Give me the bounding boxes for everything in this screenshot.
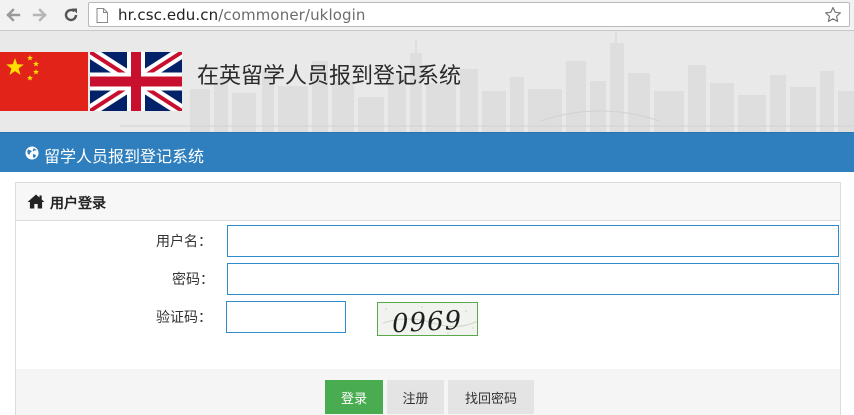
reload-icon[interactable] [60, 4, 82, 26]
china-flag [0, 52, 88, 111]
form-actions: 登录 注册 找回密码 [16, 369, 840, 415]
page-icon [96, 8, 108, 26]
address-bar[interactable]: hr.csc.edu.cn/commoner/uklogin [88, 2, 850, 27]
navbar-title: 留学人员报到登记系统 [44, 147, 205, 166]
register-button[interactable]: 注册 [387, 380, 444, 414]
globe-icon [25, 146, 39, 163]
captcha-text: 0969 [391, 306, 463, 336]
bookmark-star-icon[interactable] [824, 6, 842, 27]
forward-arrow-icon[interactable] [29, 4, 51, 26]
url-host: hr.csc.edu.cn [118, 6, 219, 24]
url-path: /commoner/uklogin [218, 6, 366, 24]
login-button[interactable]: 登录 [325, 380, 383, 414]
site-banner: 在英留学人员报到登记系统 [0, 31, 854, 132]
home-icon [27, 194, 45, 212]
login-panel-title: 用户登录 [50, 196, 106, 212]
captcha-input[interactable] [226, 301, 346, 333]
captcha-image[interactable]: 0969 [377, 302, 478, 336]
login-panel: 用户登录 用户名： 密码： 验证码： 0969 登录 注册 找回密码 [15, 182, 841, 415]
site-title: 在英留学人员报到登记系统 [197, 64, 462, 89]
browser-toolbar: hr.csc.edu.cn/commoner/uklogin [0, 0, 854, 31]
username-input[interactable] [227, 225, 839, 257]
password-input[interactable] [227, 263, 839, 295]
system-navbar: 留学人员报到登记系统 [0, 132, 854, 172]
captcha-label: 验证码： [156, 310, 212, 326]
uk-flag [86, 46, 186, 117]
recover-password-button[interactable]: 找回密码 [448, 380, 534, 414]
username-label: 用户名： [156, 234, 212, 250]
back-arrow-icon[interactable] [2, 4, 24, 26]
password-label: 密码： [172, 272, 214, 288]
login-panel-header: 用户登录 [16, 183, 840, 221]
url-text: hr.csc.edu.cn/commoner/uklogin [118, 6, 366, 24]
